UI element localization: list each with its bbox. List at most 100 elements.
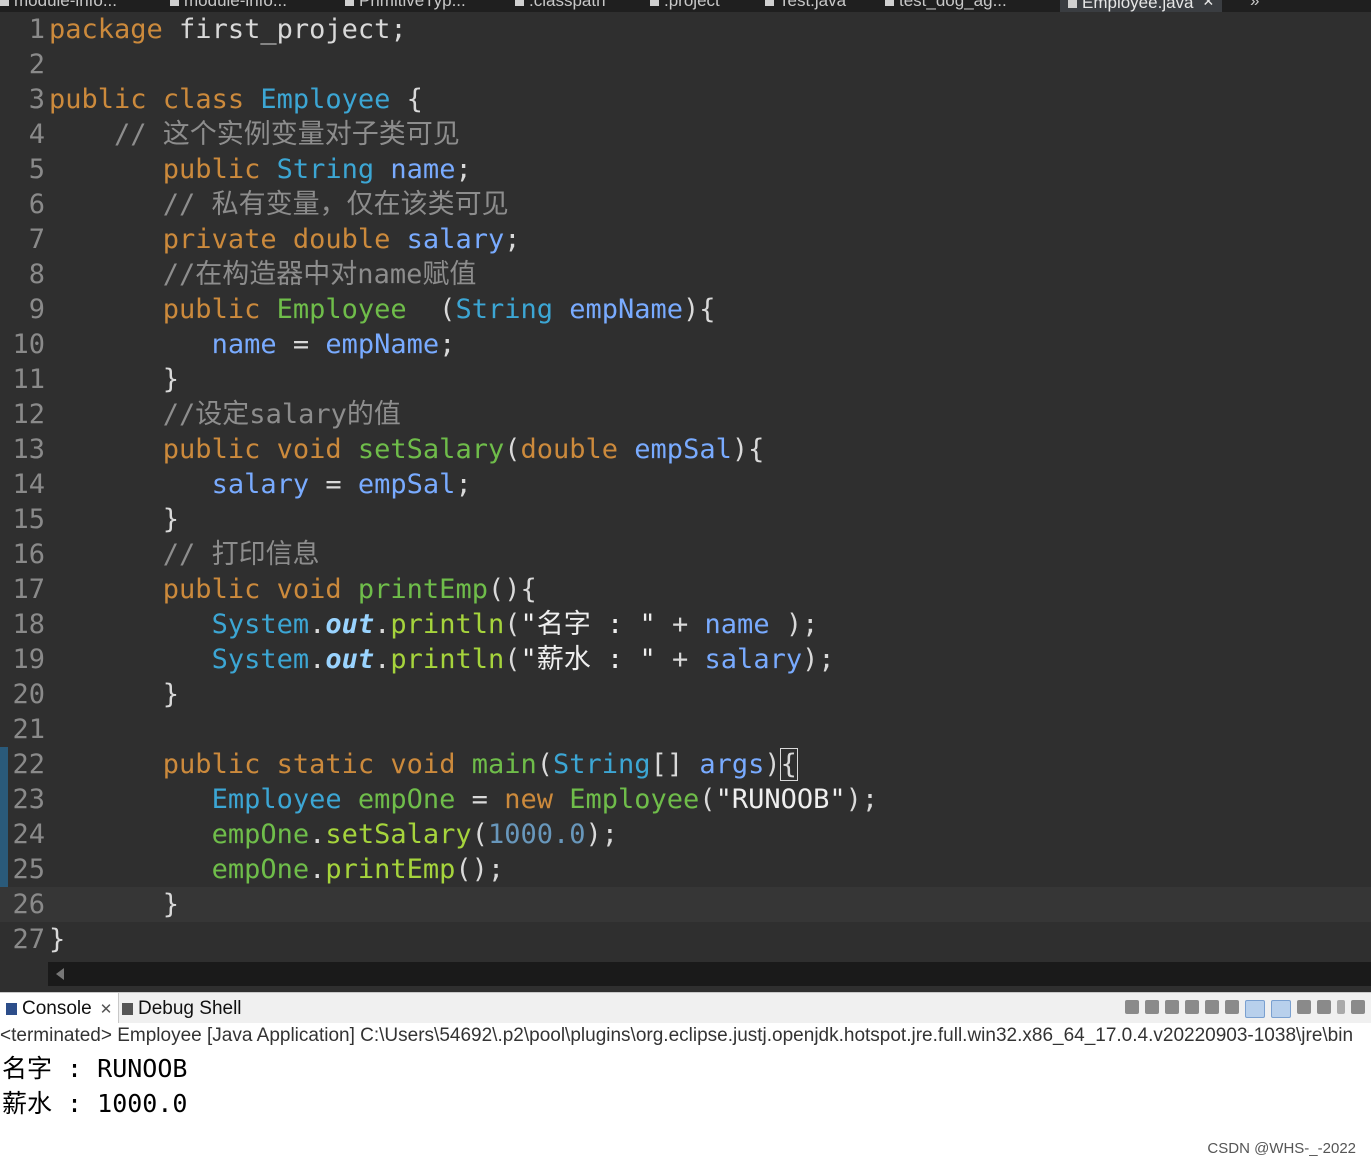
remove-launch-icon[interactable]: [1145, 1000, 1159, 1014]
editor-tab[interactable]: test_dog_ag...: [885, 0, 1007, 12]
close-icon[interactable]: ✕: [1203, 0, 1215, 10]
editor-tab-label: .project: [664, 0, 720, 10]
code-text: }: [49, 924, 66, 955]
code-line[interactable]: 21: [0, 712, 1371, 747]
line-number: 13: [12, 434, 45, 465]
word-wrap-icon[interactable]: [1205, 1000, 1219, 1014]
code-text: }: [49, 364, 180, 395]
line-number: 6: [28, 189, 45, 220]
code-line[interactable]: 17 public void printEmp(){: [0, 572, 1371, 607]
code-line[interactable]: 5 public String name;: [0, 152, 1371, 187]
show-on-stderr-icon[interactable]: [1271, 1000, 1291, 1018]
chevron-down-icon[interactable]: [1337, 1000, 1345, 1014]
editor-tab-bar: module-info... module-info... PrimitiveTyp…: [0, 0, 1371, 12]
console-icon: [6, 1002, 17, 1015]
code-line[interactable]: 6 // 私有变量，仅在该类可见: [0, 187, 1371, 222]
code-line[interactable]: 15 }: [0, 502, 1371, 537]
code-text: public class Employee {: [49, 84, 423, 115]
editor-tab-label: Employee.java: [1082, 0, 1194, 12]
code-text: System.out.println("薪水 : " + salary);: [211, 644, 835, 675]
code-text: // 私有变量，仅在该类可见: [162, 189, 509, 220]
code-line[interactable]: 9 public Employee (String empName){: [0, 292, 1371, 327]
tab-overflow-icon[interactable]: »: [1250, 0, 1259, 12]
tab-console-label: Console: [22, 997, 92, 1019]
line-number: 3: [28, 84, 45, 115]
line-number: 17: [12, 574, 45, 605]
code-line[interactable]: 16 // 打印信息: [0, 537, 1371, 572]
console-output[interactable]: 名字 : RUNOOB 薪水 : 1000.0: [0, 1049, 1371, 1165]
file-icon: [0, 0, 9, 6]
code-line[interactable]: 2: [0, 47, 1371, 82]
code-line[interactable]: 1 package first_project;: [0, 12, 1371, 47]
editor-tab[interactable]: module-info...: [0, 0, 117, 12]
line-number: 27: [12, 924, 45, 955]
tab-debug-shell-label: Debug Shell: [138, 997, 242, 1019]
line-number: 1: [28, 14, 45, 45]
code-line[interactable]: 24 empOne.setSalary(1000.0);: [0, 817, 1371, 852]
line-number: 21: [12, 714, 45, 745]
code-text: public static void main(String[] args){: [162, 748, 798, 781]
code-text: private double salary;: [162, 224, 521, 255]
code-line[interactable]: 22 public static void main(String[] args…: [0, 747, 1371, 782]
horizontal-scrollbar[interactable]: [48, 962, 1371, 986]
terminate-icon[interactable]: [1125, 1000, 1139, 1014]
tab-debug-shell[interactable]: Debug Shell: [116, 993, 248, 1024]
line-number: 20: [12, 679, 45, 710]
line-number: 8: [28, 259, 45, 290]
file-icon: [1068, 0, 1077, 8]
code-text: }: [49, 504, 180, 535]
show-on-output-icon[interactable]: [1225, 1000, 1239, 1014]
file-icon: [650, 0, 659, 6]
line-number: 14: [12, 469, 45, 500]
line-number: 10: [12, 329, 45, 360]
scroll-lock-icon[interactable]: [1185, 1000, 1199, 1014]
code-line[interactable]: 14 salary = empSal;: [0, 467, 1371, 502]
code-line[interactable]: 7 private double salary;: [0, 222, 1371, 257]
editor-tab-label: test_dog_ag...: [899, 0, 1007, 10]
line-number: 16: [12, 539, 45, 570]
editor-tab[interactable]: module-info...: [170, 0, 287, 12]
code-line[interactable]: 18 System.out.println("名字 : " + name );: [0, 607, 1371, 642]
editor-tab[interactable]: Employee.java ✕: [1060, 0, 1223, 12]
open-console-icon[interactable]: [1351, 1000, 1365, 1014]
file-icon: [345, 0, 354, 6]
scroll-left-icon[interactable]: [56, 968, 64, 980]
close-icon[interactable]: ✕: [100, 1000, 113, 1018]
debug-shell-icon: [122, 1002, 133, 1015]
tab-console[interactable]: Console ✕: [0, 993, 120, 1024]
code-line[interactable]: 10 name = empName;: [0, 327, 1371, 362]
editor-tab[interactable]: .classpath: [515, 0, 606, 12]
scrollbar-corner: [0, 962, 48, 986]
code-line[interactable]: 27}: [0, 922, 1371, 957]
code-editor[interactable]: 1 package first_project; 2 3 public class Em…: [0, 12, 1371, 962]
line-number: 19: [12, 644, 45, 675]
line-number: 15: [12, 504, 45, 535]
line-number: 25: [12, 854, 45, 885]
editor-tab[interactable]: Test.java: [765, 0, 846, 12]
code-line[interactable]: 23 Employee empOne = new Employee("RUNOO…: [0, 782, 1371, 817]
code-line[interactable]: 26 }: [0, 887, 1371, 922]
code-line[interactable]: 3 public class Employee {: [0, 82, 1371, 117]
code-line[interactable]: 8 //在构造器中对name赋值: [0, 257, 1371, 292]
file-icon: [885, 0, 894, 6]
code-line[interactable]: 12 //设定salary的值: [0, 397, 1371, 432]
code-line[interactable]: 25 empOne.printEmp();: [0, 852, 1371, 887]
remove-all-icon[interactable]: [1165, 1000, 1179, 1014]
code-text: empOne.setSalary(1000.0);: [211, 819, 619, 850]
code-line[interactable]: 19 System.out.println("薪水 : " + salary);: [0, 642, 1371, 677]
display-console-icon[interactable]: [1317, 1000, 1331, 1014]
code-text: //在构造器中对name赋值: [162, 259, 477, 290]
code-line[interactable]: 4 // 这个实例变量对子类可见: [0, 117, 1371, 152]
editor-tab-label: .classpath: [529, 0, 606, 10]
code-line[interactable]: 11 }: [0, 362, 1371, 397]
editor-tab-label: Test.java: [779, 0, 847, 10]
pin-console-icon[interactable]: [1297, 1000, 1311, 1014]
code-line[interactable]: 20 }: [0, 677, 1371, 712]
code-line[interactable]: 13 public void setSalary(double empSal){: [0, 432, 1371, 467]
editor-tab[interactable]: .project: [650, 0, 720, 12]
show-on-stdout-icon[interactable]: [1245, 1000, 1265, 1018]
line-number: 9: [28, 294, 45, 325]
line-number: 12: [12, 399, 45, 430]
line-number: 11: [12, 364, 45, 395]
editor-tab[interactable]: PrimitiveTyp...: [345, 0, 466, 12]
